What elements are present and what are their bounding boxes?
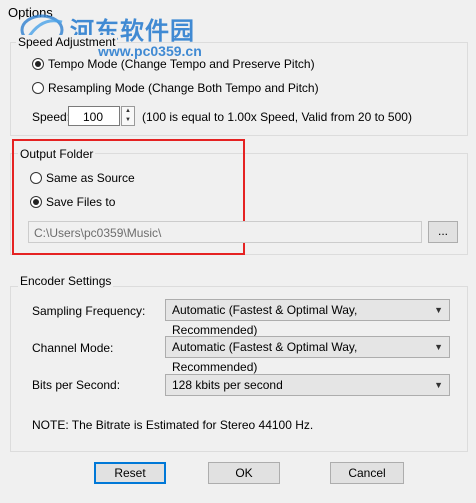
cancel-button[interactable]: Cancel bbox=[330, 462, 404, 484]
resampling-mode-label[interactable]: Resampling Mode (Change Both Tempo and P… bbox=[48, 81, 319, 95]
channel-mode-label: Channel Mode: bbox=[32, 341, 114, 355]
output-path-field[interactable]: C:\Users\pc0359\Music\ bbox=[28, 221, 422, 243]
sampling-frequency-label: Sampling Frequency: bbox=[32, 304, 146, 318]
speed-spinner[interactable]: ▲ ▼ bbox=[121, 106, 135, 126]
speed-adjustment-legend: Speed Adjustment bbox=[16, 35, 118, 49]
chevron-down-icon: ▼ bbox=[434, 380, 443, 390]
chevron-down-icon: ▼ bbox=[434, 342, 443, 352]
same-as-source-radio[interactable] bbox=[30, 172, 42, 184]
bits-per-second-select[interactable]: 128 kbits per second ▼ bbox=[165, 374, 450, 396]
spin-down-icon[interactable]: ▼ bbox=[122, 116, 134, 125]
sampling-frequency-select[interactable]: Automatic (Fastest & Optimal Way, Recomm… bbox=[165, 299, 450, 337]
encoder-settings-legend: Encoder Settings bbox=[18, 274, 114, 288]
save-files-to-radio[interactable] bbox=[30, 196, 42, 208]
browse-button[interactable]: ... bbox=[428, 221, 458, 243]
bits-per-second-label: Bits per Second: bbox=[32, 378, 121, 392]
chevron-down-icon: ▼ bbox=[434, 305, 443, 315]
resampling-mode-radio[interactable] bbox=[32, 82, 44, 94]
tempo-mode-radio[interactable] bbox=[32, 58, 44, 70]
speed-label: Speed: bbox=[32, 110, 71, 124]
channel-mode-select[interactable]: Automatic (Fastest & Optimal Way, Recomm… bbox=[165, 336, 450, 374]
same-as-source-label[interactable]: Same as Source bbox=[46, 171, 135, 185]
speed-input[interactable]: 100 bbox=[68, 106, 120, 126]
tempo-mode-label[interactable]: Tempo Mode (Change Tempo and Preserve Pi… bbox=[48, 57, 315, 71]
bits-per-second-value: 128 kbits per second bbox=[172, 378, 283, 392]
bitrate-note: NOTE: The Bitrate is Estimated for Stere… bbox=[32, 418, 314, 432]
reset-button[interactable]: Reset bbox=[94, 462, 166, 484]
save-files-to-label[interactable]: Save Files to bbox=[46, 195, 115, 209]
ok-button[interactable]: OK bbox=[208, 462, 280, 484]
speed-note: (100 is equal to 1.00x Speed, Valid from… bbox=[142, 110, 412, 124]
spin-up-icon[interactable]: ▲ bbox=[122, 107, 134, 116]
output-folder-legend: Output Folder bbox=[18, 147, 96, 161]
speed-value: 100 bbox=[82, 110, 103, 124]
